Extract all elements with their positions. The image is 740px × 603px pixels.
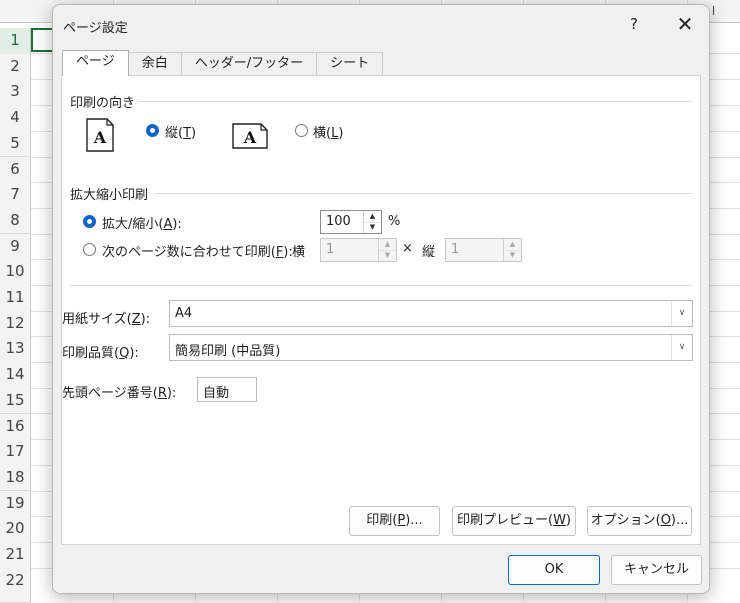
row-header[interactable]: 6 (0, 156, 31, 183)
chevron-down-icon[interactable]: ∨ (671, 335, 692, 360)
pages-wide-label: 横 (292, 245, 306, 260)
tab-header-footer[interactable]: ヘッダー/フッター (180, 52, 318, 75)
scale-percent-value: 100 (326, 214, 351, 229)
paper-size-select[interactable]: A4 ∨ (169, 300, 693, 327)
cancel-button[interactable]: キャンセル (611, 555, 702, 585)
tab-bar: ページ 余白 ヘッダー/フッター シート (62, 50, 384, 76)
print-quality-select[interactable]: 簡易印刷 (中品質) ∨ (169, 334, 693, 361)
row-header[interactable]: 1 (0, 28, 31, 55)
print-quality-label: 印刷品質(Q): (62, 346, 139, 361)
chevron-down-icon[interactable]: ∨ (671, 301, 692, 326)
options-button[interactable]: オプション(O)... (587, 506, 692, 536)
group-divider (138, 101, 692, 102)
ok-button[interactable]: OK (508, 555, 600, 585)
percent-sign: % (388, 214, 401, 229)
row-header[interactable]: 11 (0, 285, 31, 312)
svg-text:A: A (243, 128, 257, 147)
row-header[interactable]: 4 (0, 105, 31, 132)
fit-to-label[interactable]: 次のページ数に合わせて印刷(F): (102, 241, 293, 260)
fit-to-radio[interactable] (83, 243, 96, 256)
row-header[interactable]: 22 (0, 567, 31, 603)
first-page-number-value: 自動 (203, 386, 230, 401)
orientation-group-label: 印刷の向き (70, 96, 136, 111)
adjust-to-label[interactable]: 拡大/縮小(A): (102, 213, 182, 232)
row-header[interactable]: 14 (0, 362, 31, 389)
landscape-radio[interactable] (295, 124, 308, 137)
row-header[interactable]: 17 (0, 439, 31, 466)
portrait-page-icon: A (86, 118, 114, 152)
row-header[interactable]: 20 (0, 516, 31, 543)
row-header[interactable]: 18 (0, 464, 31, 492)
row-header[interactable]: 13 (0, 336, 31, 363)
spin-down-icon[interactable]: ▼ (379, 250, 396, 261)
row-header[interactable]: 8 (0, 207, 31, 235)
group-divider (70, 285, 692, 286)
row-header[interactable]: 16 (0, 413, 31, 440)
tab-margins[interactable]: 余白 (127, 52, 182, 75)
pages-wide-stepper[interactable]: 1 ▲ ▼ (320, 238, 397, 262)
pages-tall-label: 縦 (422, 245, 436, 260)
paper-size-label: 用紙サイズ(Z): (62, 312, 151, 327)
portrait-radio[interactable] (146, 124, 159, 137)
dialog-titlebar[interactable]: ページ設定 ? ✕ (53, 5, 709, 43)
row-header[interactable]: 12 (0, 310, 31, 338)
pages-wide-value: 1 (326, 242, 335, 257)
close-button[interactable]: ✕ (670, 11, 700, 37)
landscape-label[interactable]: 横(L) (313, 122, 343, 141)
tab-sheet[interactable]: シート (316, 52, 384, 75)
spin-down-icon[interactable]: ▼ (504, 250, 521, 261)
dialog-title: ページ設定 (63, 21, 128, 36)
adjust-to-radio[interactable] (83, 215, 96, 228)
page-setup-dialog: ページ設定 ? ✕ ページ 余白 ヘッダー/フッター シート 印刷の向き A 縦… (52, 4, 710, 594)
pages-tall-value: 1 (451, 242, 460, 257)
row-header[interactable]: 5 (0, 130, 31, 158)
tab-page[interactable]: ページ (62, 50, 129, 76)
print-quality-value: 簡易印刷 (中品質) (175, 344, 281, 359)
row-header[interactable]: 7 (0, 182, 31, 209)
paper-size-value: A4 (175, 306, 193, 321)
row-header[interactable]: 10 (0, 259, 31, 286)
row-header[interactable]: 3 (0, 79, 31, 106)
portrait-label[interactable]: 縦(T) (165, 122, 196, 141)
svg-text:A: A (93, 128, 107, 147)
print-button[interactable]: 印刷(P)... (349, 506, 440, 536)
row-header[interactable]: 9 (0, 233, 31, 261)
landscape-page-icon: A (232, 123, 268, 149)
scaling-group-label: 拡大縮小印刷 (70, 188, 149, 203)
spin-down-icon[interactable]: ▼ (364, 222, 381, 233)
scale-percent-stepper[interactable]: 100 ▲ ▼ (320, 210, 382, 234)
group-divider (154, 193, 692, 194)
tab-panel-page: 印刷の向き A 縦(T) A 横(L) 拡大縮小印刷 拡大/縮小(A): 100… (61, 75, 701, 545)
times-sign: × (402, 241, 413, 256)
first-page-number-input[interactable]: 自動 (197, 377, 257, 402)
row-header[interactable]: 19 (0, 490, 31, 518)
pages-tall-stepper[interactable]: 1 ▲ ▼ (445, 238, 522, 262)
row-header[interactable]: 15 (0, 387, 31, 415)
first-page-number-label: 先頭ページ番号(R): (62, 386, 177, 401)
print-preview-button[interactable]: 印刷プレビュー(W) (452, 506, 576, 536)
help-button[interactable]: ? (619, 11, 649, 37)
row-header[interactable]: 21 (0, 542, 31, 569)
row-header[interactable]: 2 (0, 53, 31, 81)
